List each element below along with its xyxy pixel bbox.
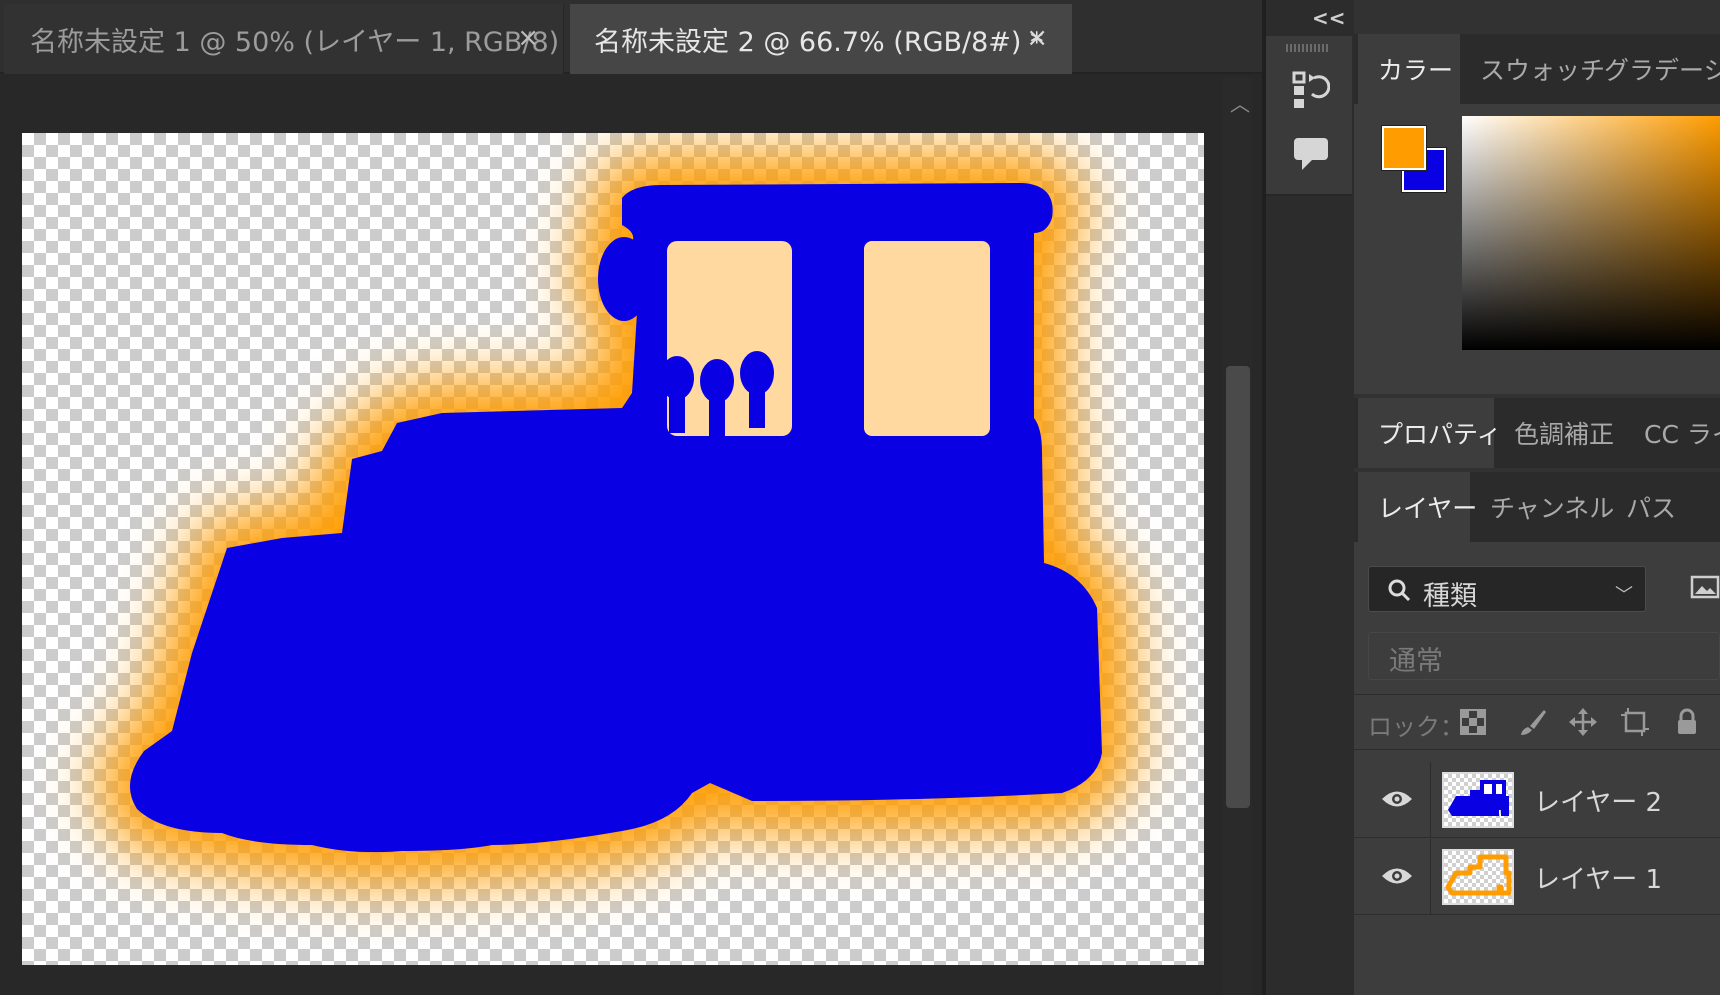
- tab-channels[interactable]: チャンネル: [1470, 472, 1614, 542]
- tab-gradients[interactable]: グラデーショ: [1584, 34, 1720, 104]
- close-icon[interactable]: ×: [1026, 25, 1048, 51]
- cab-post: [802, 233, 830, 433]
- tab-color[interactable]: カラー: [1358, 34, 1460, 104]
- side-mirror: [598, 237, 650, 321]
- comment-icon[interactable]: [1292, 134, 1330, 174]
- layer-thumbnail: [1442, 772, 1514, 828]
- chevron-up-icon[interactable]: ︿: [1230, 94, 1250, 114]
- blend-mode-value: 通常: [1389, 646, 1443, 677]
- layer-row-2[interactable]: レイヤー 2: [1354, 762, 1720, 838]
- icon-strip-group: [1266, 36, 1352, 196]
- document-tab-1-label: 名称未設定 1 @ 50% (レイヤー 1, RGB/8): [30, 26, 560, 58]
- tab-swatches[interactable]: スウォッチ: [1460, 34, 1605, 104]
- panel-icon-strip: [1266, 0, 1354, 995]
- lock-label: ロック：: [1368, 713, 1464, 741]
- color-picker-field[interactable]: [1462, 116, 1720, 350]
- lock-transparency-icon[interactable]: [1458, 707, 1488, 737]
- lock-paint-icon[interactable]: [1518, 707, 1548, 737]
- tab-adjustments[interactable]: 色調補正: [1494, 398, 1624, 468]
- color-panel-tabs: カラー スウォッチ グラデーショ: [1354, 34, 1720, 104]
- foreground-color-swatch[interactable]: [1381, 125, 1427, 171]
- cab-bump-stem: [749, 373, 765, 428]
- document-tab-1[interactable]: 名称未設定 1 @ 50% (レイヤー 1, RGB/8) ×: [4, 4, 564, 74]
- close-icon[interactable]: ×: [517, 25, 539, 51]
- layer-row-1[interactable]: レイヤー 1: [1354, 839, 1720, 915]
- canvas[interactable]: [22, 133, 1204, 965]
- tab-layers[interactable]: レイヤー: [1358, 472, 1477, 542]
- image-filter-icon[interactable]: [1690, 572, 1720, 602]
- right-panels: カラー スウォッチ グラデーショ プロパティ 色調補正 CC ライ レイヤー チ…: [1354, 0, 1720, 995]
- bulldozer-artwork: [100, 153, 1132, 883]
- lock-artboard-icon[interactable]: [1620, 707, 1650, 737]
- search-icon: [1388, 579, 1411, 602]
- properties-panel-tabs: プロパティ 色調補正 CC ライ: [1354, 398, 1720, 468]
- eye-icon[interactable]: [1380, 863, 1414, 889]
- cab-bump-stem: [709, 381, 725, 436]
- chevron-down-icon: ﹀: [1615, 585, 1633, 606]
- cab-post: [837, 233, 857, 433]
- layer-name: レイヤー 2: [1534, 788, 1663, 818]
- drag-grip[interactable]: [1286, 44, 1330, 52]
- blend-mode-select[interactable]: 通常: [1368, 632, 1720, 680]
- collapse-panels-icon[interactable]: <<: [1312, 6, 1346, 30]
- document-area: 名称未設定 1 @ 50% (レイヤー 1, RGB/8) × 名称未設定 2 …: [0, 0, 1262, 995]
- tab-cc-libraries[interactable]: CC ライ: [1624, 398, 1720, 468]
- tab-properties[interactable]: プロパティ: [1358, 398, 1502, 468]
- tab-paths[interactable]: パス: [1606, 472, 1686, 542]
- document-tab-2-label: 名称未設定 2 @ 66.7% (RGB/8#) *: [594, 26, 1044, 58]
- layer-name: レイヤー 1: [1534, 865, 1663, 895]
- scrollbar-thumb[interactable]: [1226, 366, 1250, 808]
- eye-icon[interactable]: [1380, 786, 1414, 812]
- lock-row: ロック：: [1354, 694, 1720, 750]
- photoshop-window: 名称未設定 1 @ 50% (レイヤー 1, RGB/8) × 名称未設定 2 …: [0, 0, 1720, 995]
- document-tab-2[interactable]: 名称未設定 2 @ 66.7% (RGB/8#) * ×: [570, 4, 1072, 74]
- vertical-scrollbar[interactable]: ︿: [1222, 78, 1252, 995]
- document-tab-bar: 名称未設定 1 @ 50% (レイヤー 1, RGB/8) × 名称未設定 2 …: [0, 0, 1262, 74]
- layer-thumbnail: [1442, 849, 1514, 905]
- lock-position-icon[interactable]: [1568, 707, 1598, 737]
- layers-panel-tabs: レイヤー チャンネル パス: [1354, 472, 1720, 542]
- cab-bump-stem: [669, 378, 685, 433]
- layer-filter-select[interactable]: 種類 ﹀: [1368, 566, 1646, 612]
- lock-all-icon[interactable]: [1672, 707, 1702, 737]
- layer-filter-value: 種類: [1423, 581, 1477, 612]
- history-icon[interactable]: [1292, 70, 1330, 110]
